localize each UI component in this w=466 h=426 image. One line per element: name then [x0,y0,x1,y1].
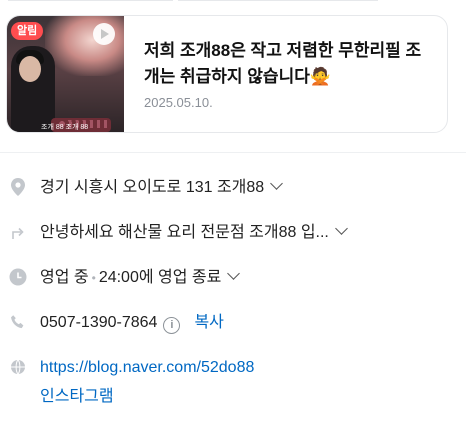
phone-number[interactable]: 0507-1390-7864 [40,314,157,331]
clock-icon [9,267,27,287]
notice-card[interactable]: 조개 88 조개 88 알림 저희 조개88은 작고 저렴한 무한리필 조개는 … [6,15,448,133]
instagram-row: 인스타그램 [0,384,466,408]
phone-row: 0507-1390-7864 i 복사 [0,310,466,334]
address-row[interactable]: 경기 시흥시 오이도로 131 조개88 [0,175,466,199]
website-link[interactable]: https://blog.naver.com/52do88 [40,359,254,376]
thumbnail-caption: 조개 88 조개 88 [41,124,89,131]
notice-title[interactable]: 저희 조개88은 작고 저렴한 무한리필 조개는 취급하지 않습니다🙅 [144,38,434,90]
notice-badge: 알림 [11,22,44,40]
copy-button[interactable]: 복사 [194,314,223,331]
direction-arrow-icon [9,222,27,242]
play-icon[interactable] [93,23,115,45]
website-row: https://blog.naver.com/52do88 [0,355,466,379]
status-text: 영업 중 [40,269,89,286]
phone-icon [9,312,27,332]
notice-date: 2025.05.10. [144,95,213,110]
separator-dot: • [91,271,96,285]
video-thumbnail[interactable]: 조개 88 조개 88 알림 [7,16,124,132]
globe-icon [9,357,27,377]
chevron-down-icon[interactable] [335,222,348,235]
map-pin-icon [9,177,27,197]
instagram-link[interactable]: 인스타그램 [40,388,114,405]
hours-row[interactable]: 영업 중 • 24:00에 영업 종료 [0,265,466,289]
address-text: 경기 시흥시 오이도로 131 조개88 [40,179,265,196]
chevron-down-icon[interactable] [227,267,241,280]
top-divider [0,0,466,2]
hours-text: 24:00에 영업 종료 [98,269,222,286]
description-row[interactable]: 안녕하세요 해산물 요리 전문점 조개88 입... [0,220,466,244]
description-text: 안녕하세요 해산물 요리 전문점 조개88 입... [40,224,329,241]
chevron-down-icon[interactable] [270,177,284,190]
info-icon[interactable]: i [163,317,181,334]
section-divider [0,152,466,153]
